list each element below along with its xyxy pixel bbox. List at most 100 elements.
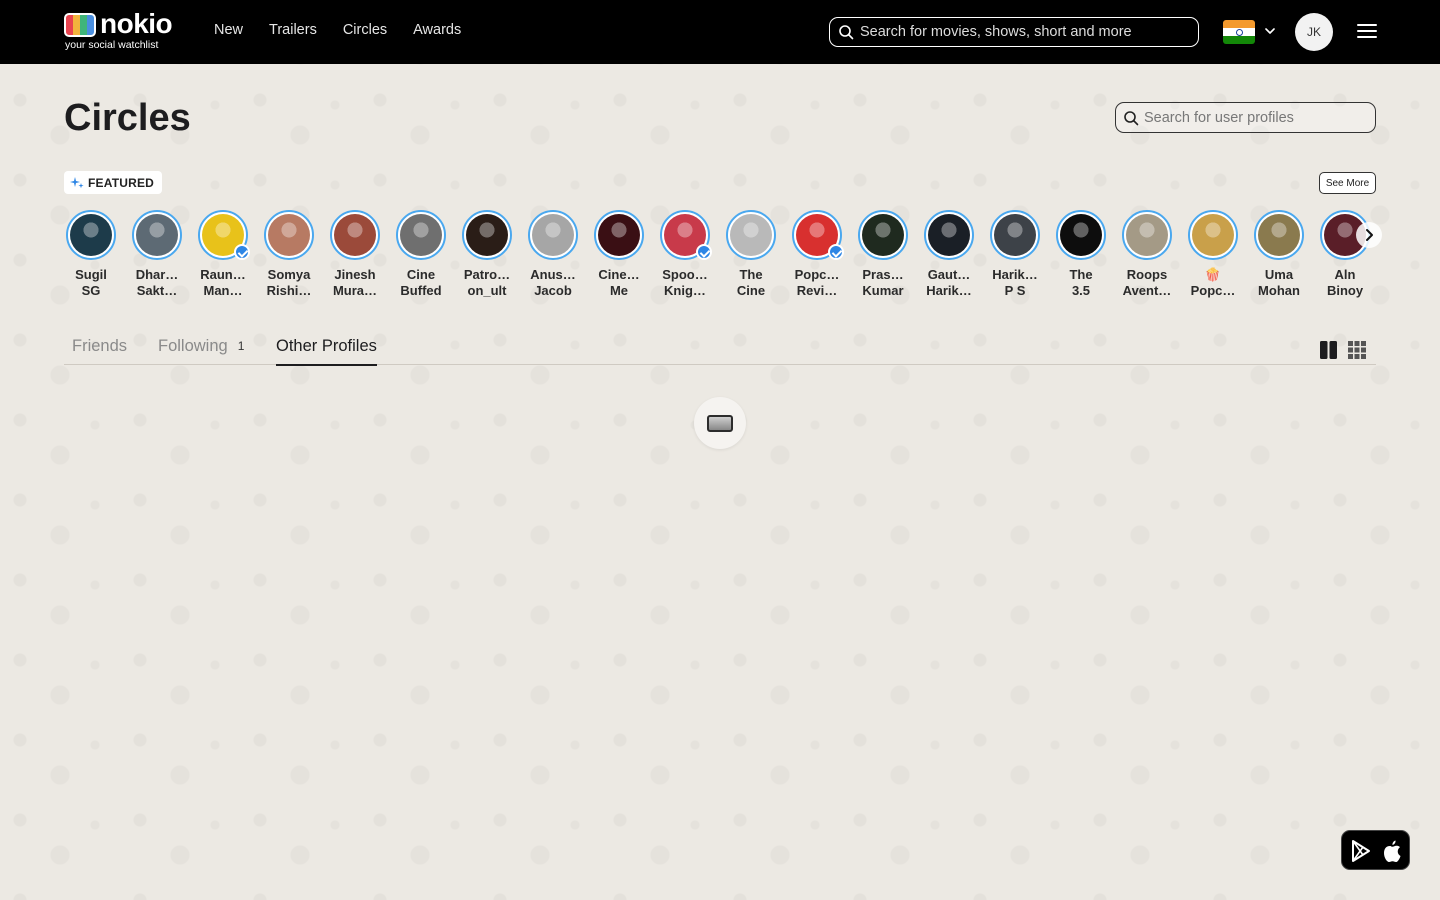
chevron-down-icon[interactable] [1263,24,1277,38]
profile-name: Sugil SG [59,267,123,299]
following-count-badge: 1 [237,339,245,353]
profile-avatar[interactable] [660,210,712,260]
app-download-badge[interactable] [1341,830,1410,870]
loading-spinner [694,397,746,449]
featured-profile[interactable]: Harik… P S [983,210,1047,299]
profile-avatar[interactable] [1188,210,1238,260]
profile-avatar[interactable] [1254,210,1304,260]
apple-icon[interactable] [1384,840,1401,863]
verified-badge-icon [234,244,250,260]
profile-search [1115,102,1376,133]
featured-profile[interactable]: Spoo… Knig… [653,210,717,299]
profile-avatar[interactable] [594,210,644,260]
nav-trailers[interactable]: Trailers [269,22,317,38]
featured-profile[interactable]: Somya Rishi… [257,210,321,299]
nav-circles[interactable]: Circles [343,22,387,38]
profile-avatar[interactable] [924,210,974,260]
tab-friends-label: Friends [72,337,128,355]
featured-profile[interactable]: Roops Avent… [1115,210,1179,299]
tab-following[interactable]: Following 1 [158,337,244,364]
profile-name: Aln Binoy [1313,267,1377,299]
featured-profile[interactable]: Gaut… Harik… [917,210,981,299]
profile-name: Cine… Me [587,267,651,299]
profile-avatar[interactable] [198,210,250,260]
profile-avatar[interactable] [132,210,182,260]
profile-name-line: 3.5 [1071,283,1091,298]
featured-profile[interactable]: The Cine [719,210,783,299]
featured-profile[interactable]: Jinesh Mura… [323,210,387,299]
tab-other-profiles[interactable]: Other Profiles [276,337,377,366]
featured-profile[interactable]: Cine… Me [587,210,651,299]
user-avatar[interactable]: JK [1295,13,1333,51]
profile-name-line: 🍿 [1204,267,1222,282]
profile-avatar[interactable] [462,210,512,260]
profile-name: Somya Rishi… [257,267,321,299]
profile-avatar[interactable] [726,210,776,260]
profile-avatar[interactable] [528,210,578,260]
profile-name-line: Kumar [862,283,904,298]
grid-view-icon[interactable] [1348,341,1366,359]
profile-avatar[interactable] [66,210,116,260]
featured-profile[interactable]: Raun… Man… [191,210,255,299]
featured-profile[interactable]: Patro… on_ult [455,210,519,299]
featured-profile[interactable]: Cine Buffed [389,210,453,299]
search-icon [839,25,854,40]
global-search [829,17,1199,47]
two-column-view-icon[interactable] [1320,341,1337,359]
tab-friends[interactable]: Friends [72,337,127,364]
hamburger-menu-icon[interactable] [1357,22,1377,40]
logo-tv-icon [64,13,96,37]
scroll-next-button[interactable] [1356,222,1382,248]
nokio-logo[interactable]: nokio your social watchlist [64,8,184,52]
profile-name-line: Somya [267,267,311,282]
profile-photo [1258,214,1300,256]
featured-profile[interactable]: Popc… Revi… [785,210,849,299]
profile-name-line: Binoy [1326,283,1364,298]
profile-avatar[interactable] [858,210,908,260]
nav-awards[interactable]: Awards [413,22,461,38]
profile-name-line: Buffed [400,283,442,298]
featured-profile[interactable]: Sugil SG [59,210,123,299]
nav-new[interactable]: New [214,22,243,38]
profile-photo [400,214,442,256]
view-toggle [1320,341,1366,359]
profile-name-line: Aln [1334,267,1356,282]
profile-avatar[interactable] [990,210,1040,260]
profile-name: Jinesh Mura… [323,267,387,299]
profile-photo [862,214,904,256]
profile-name-line: Patro… [463,267,511,282]
india-flag-icon[interactable] [1223,20,1255,44]
main-nav: New Trailers Circles Awards [214,22,461,38]
profile-avatar[interactable] [396,210,446,260]
profile-photo [598,214,640,256]
profile-name-line: Knig… [664,283,706,298]
profile-name: Uma Mohan [1247,267,1311,299]
logo-tagline: your social watchlist [65,39,159,51]
profile-name-line: Dhar… [135,267,179,282]
tv-loader-icon [707,415,733,432]
profile-name-line: Harik… [992,267,1038,282]
profile-photo [268,214,310,256]
featured-profile[interactable]: The 3.5 [1049,210,1113,299]
featured-badge: FEATURED [64,171,163,194]
featured-profile[interactable]: Uma Mohan [1247,210,1311,299]
profile-name: Spoo… Knig… [653,267,717,299]
global-search-input[interactable] [860,21,1190,43]
profile-name-line: Jinesh [334,267,376,282]
featured-profile[interactable]: Dhar… Sakt… [125,210,189,299]
profile-avatar[interactable] [264,210,314,260]
see-more-button[interactable]: See More [1319,172,1376,194]
profile-search-input[interactable] [1144,107,1369,129]
profile-avatar[interactable] [1122,210,1172,260]
featured-profile[interactable]: 🍿 Popc… [1181,210,1245,299]
featured-profile[interactable]: Anus… Jacob [521,210,585,299]
profile-name-line: P S [1004,283,1026,298]
profile-name-line: Revi… [796,283,838,298]
profile-avatar[interactable] [330,210,380,260]
featured-profile[interactable]: Pras… Kumar [851,210,915,299]
profile-avatar[interactable] [1056,210,1106,260]
profile-avatar[interactable] [792,210,844,260]
page-title: Circles [64,97,191,139]
profile-name-line: Jacob [534,283,572,298]
google-play-icon[interactable] [1352,840,1370,862]
